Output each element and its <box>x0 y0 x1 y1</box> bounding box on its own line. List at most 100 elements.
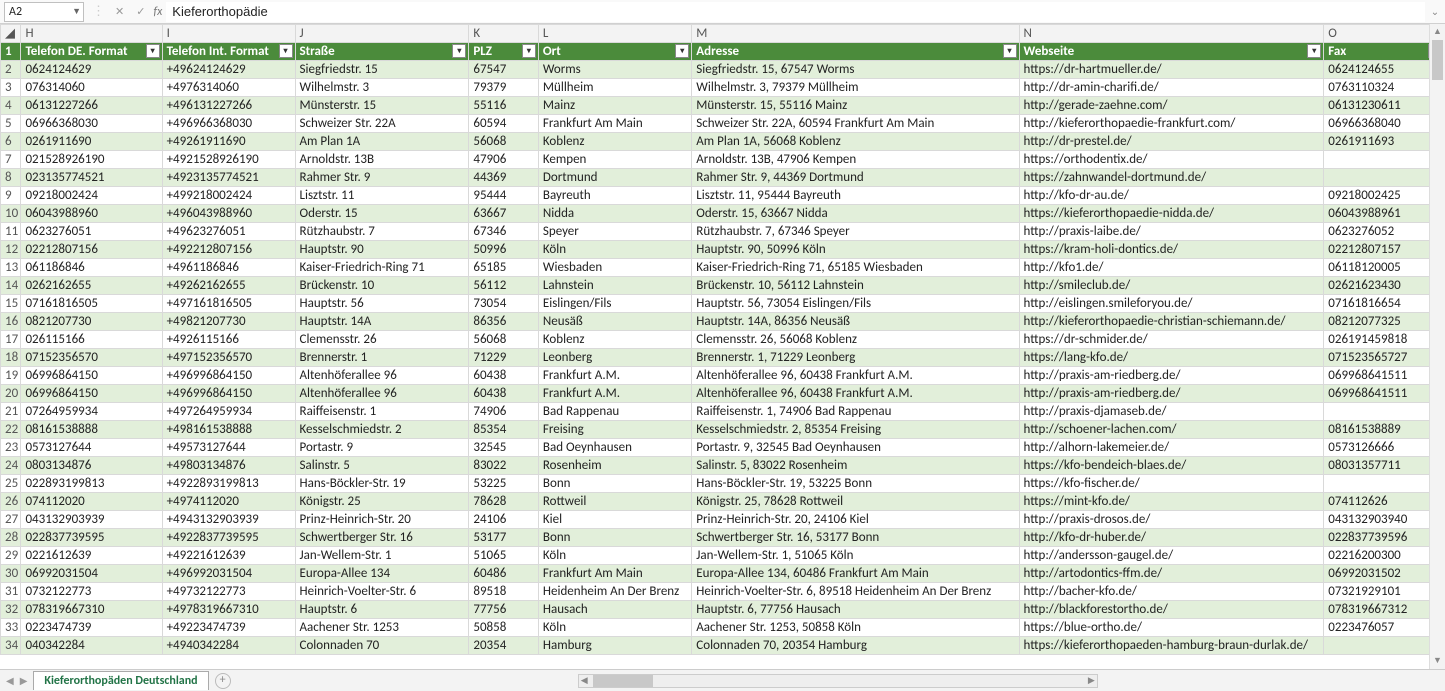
cell[interactable]: 0732122773 <box>21 583 162 601</box>
cell[interactable]: 06043988960 <box>21 205 162 223</box>
cell[interactable]: +49223474739 <box>162 619 295 637</box>
cell[interactable]: Schweizer Str. 22A, 60594 Frankfurt Am M… <box>692 115 1019 133</box>
cell[interactable]: 83022 <box>469 457 539 475</box>
cell[interactable]: 0261911693 <box>1324 133 1445 151</box>
cell[interactable]: Am Plan 1A, 56068 Koblenz <box>692 133 1019 151</box>
cell[interactable]: http://schoener-lachen.com/ <box>1019 421 1324 439</box>
cell[interactable]: Rützhaubstr. 7 <box>295 223 469 241</box>
cell[interactable]: Köln <box>538 241 691 259</box>
cell[interactable]: http://gerade-zaehne.com/ <box>1019 97 1324 115</box>
cell[interactable]: Arnoldstr. 13B <box>295 151 469 169</box>
cell[interactable]: http://eislingen.smileforyou.de/ <box>1019 295 1324 313</box>
filter-dropdown-icon[interactable]: ▾ <box>146 44 160 58</box>
cell[interactable]: +499218002424 <box>162 187 295 205</box>
horizontal-scrollbar[interactable]: ◀ ▶ <box>578 674 1098 688</box>
row-number[interactable]: 7 <box>1 151 21 169</box>
filter-dropdown-icon[interactable]: ▾ <box>1003 44 1017 58</box>
cell[interactable]: Salinstr. 5 <box>295 457 469 475</box>
cell[interactable]: Oderstr. 15, 63667 Nidda <box>692 205 1019 223</box>
cell[interactable]: Altenhöferallee 96 <box>295 367 469 385</box>
cell[interactable]: Hauptstr. 56 <box>295 295 469 313</box>
col-header[interactable]: N <box>1019 25 1324 43</box>
worksheet-grid[interactable]: ◢ H I J K L M N O 1Telefon DE. Format▾Te… <box>0 24 1445 669</box>
cell[interactable]: 08161538889 <box>1324 421 1445 439</box>
row-number[interactable]: 19 <box>1 367 21 385</box>
row-number[interactable]: 20 <box>1 385 21 403</box>
cell[interactable]: 60594 <box>469 115 539 133</box>
cell[interactable]: +4940342284 <box>162 637 295 655</box>
cell[interactable]: https://kram-holi-dontics.de/ <box>1019 241 1324 259</box>
cell[interactable]: Am Plan 1A <box>295 133 469 151</box>
cell[interactable]: Clemensstr. 26, 56068 Koblenz <box>692 331 1019 349</box>
cell[interactable]: Schwertberger Str. 16, 53177 Bonn <box>692 529 1019 547</box>
cell[interactable]: Brückenstr. 10 <box>295 277 469 295</box>
cell[interactable]: 0573126666 <box>1324 439 1445 457</box>
cell[interactable]: +4926115166 <box>162 331 295 349</box>
cell[interactable]: Hans-Böckler-Str. 19, 53225 Bonn <box>692 475 1019 493</box>
cell[interactable]: 67346 <box>469 223 539 241</box>
cell[interactable]: 78628 <box>469 493 539 511</box>
cell[interactable]: http://praxis-am-riedberg.de/ <box>1019 367 1324 385</box>
cell[interactable]: http://artodontics-ffm.de/ <box>1019 565 1324 583</box>
cell[interactable]: 0223474739 <box>21 619 162 637</box>
row-number[interactable]: 17 <box>1 331 21 349</box>
cell[interactable]: Rottweil <box>538 493 691 511</box>
row-number[interactable]: 23 <box>1 439 21 457</box>
cell[interactable]: Brennerstr. 1, 71229 Leonberg <box>692 349 1019 367</box>
row-number[interactable]: 3 <box>1 79 21 97</box>
cell[interactable]: Köln <box>538 547 691 565</box>
cell[interactable]: Frankfurt Am Main <box>538 115 691 133</box>
cell[interactable]: Lahnstein <box>538 277 691 295</box>
cell[interactable]: 078319667312 <box>1324 601 1445 619</box>
cell[interactable]: Jan-Wellem-Str. 1 <box>295 547 469 565</box>
cell[interactable]: http://bacher-kfo.de/ <box>1019 583 1324 601</box>
cell[interactable]: +496043988960 <box>162 205 295 223</box>
cell[interactable]: https://blue-ortho.de/ <box>1019 619 1324 637</box>
cell[interactable]: 069968641511 <box>1324 367 1445 385</box>
cell[interactable]: https://dr-hartmueller.de/ <box>1019 61 1324 79</box>
cell[interactable]: +496996864150 <box>162 385 295 403</box>
cell[interactable]: +497264959934 <box>162 403 295 421</box>
cell[interactable]: 071523565727 <box>1324 349 1445 367</box>
cell[interactable]: 0573127644 <box>21 439 162 457</box>
cell[interactable]: 55116 <box>469 97 539 115</box>
cell[interactable] <box>1324 637 1445 655</box>
cell[interactable]: Bayreuth <box>538 187 691 205</box>
cell[interactable]: Bad Oeynhausen <box>538 439 691 457</box>
cell[interactable]: Bonn <box>538 529 691 547</box>
scroll-right-icon[interactable]: ▶ <box>1088 675 1095 686</box>
cell[interactable]: 74906 <box>469 403 539 421</box>
row-number[interactable]: 26 <box>1 493 21 511</box>
cell[interactable] <box>1324 151 1445 169</box>
vertical-scrollbar[interactable]: ▲ ▼ <box>1429 24 1445 669</box>
cell[interactable]: Altenhöferallee 96, 60438 Frankfurt A.M. <box>692 385 1019 403</box>
cell[interactable]: http://kfo-dr-huber.de/ <box>1019 529 1324 547</box>
table-column-header[interactable]: Fax▾ <box>1324 43 1445 61</box>
table-column-header[interactable]: Telefon DE. Format▾ <box>21 43 162 61</box>
filter-dropdown-icon[interactable]: ▾ <box>522 44 536 58</box>
row-number[interactable]: 18 <box>1 349 21 367</box>
cell[interactable]: Neusäß <box>538 313 691 331</box>
row-number[interactable]: 2 <box>1 61 21 79</box>
cell[interactable]: Kaiser-Friedrich-Ring 71, 65185 Wiesbade… <box>692 259 1019 277</box>
cell[interactable]: 20354 <box>469 637 539 655</box>
col-header[interactable]: H <box>21 25 162 43</box>
cell[interactable]: Königstr. 25 <box>295 493 469 511</box>
cell[interactable]: Kiel <box>538 511 691 529</box>
tab-nav-next-icon[interactable]: ▶ <box>20 674 28 687</box>
scroll-left-icon[interactable]: ◀ <box>581 675 588 686</box>
cell[interactable]: +492212807156 <box>162 241 295 259</box>
cell[interactable]: Kaiser-Friedrich-Ring 71 <box>295 259 469 277</box>
cell[interactable]: +49573127644 <box>162 439 295 457</box>
cell[interactable]: 06043988961 <box>1324 205 1445 223</box>
cell[interactable]: +4976314060 <box>162 79 295 97</box>
cell[interactable]: http://smileclub.de/ <box>1019 277 1324 295</box>
cell[interactable]: +49803134876 <box>162 457 295 475</box>
cell[interactable]: Köln <box>538 619 691 637</box>
cell[interactable]: https://lang-kfo.de/ <box>1019 349 1324 367</box>
cell[interactable]: 02621623430 <box>1324 277 1445 295</box>
row-number[interactable]: 24 <box>1 457 21 475</box>
cell[interactable]: Bad Rappenau <box>538 403 691 421</box>
filter-dropdown-icon[interactable]: ▾ <box>1307 44 1321 58</box>
cell[interactable]: Siegfriedstr. 15 <box>295 61 469 79</box>
